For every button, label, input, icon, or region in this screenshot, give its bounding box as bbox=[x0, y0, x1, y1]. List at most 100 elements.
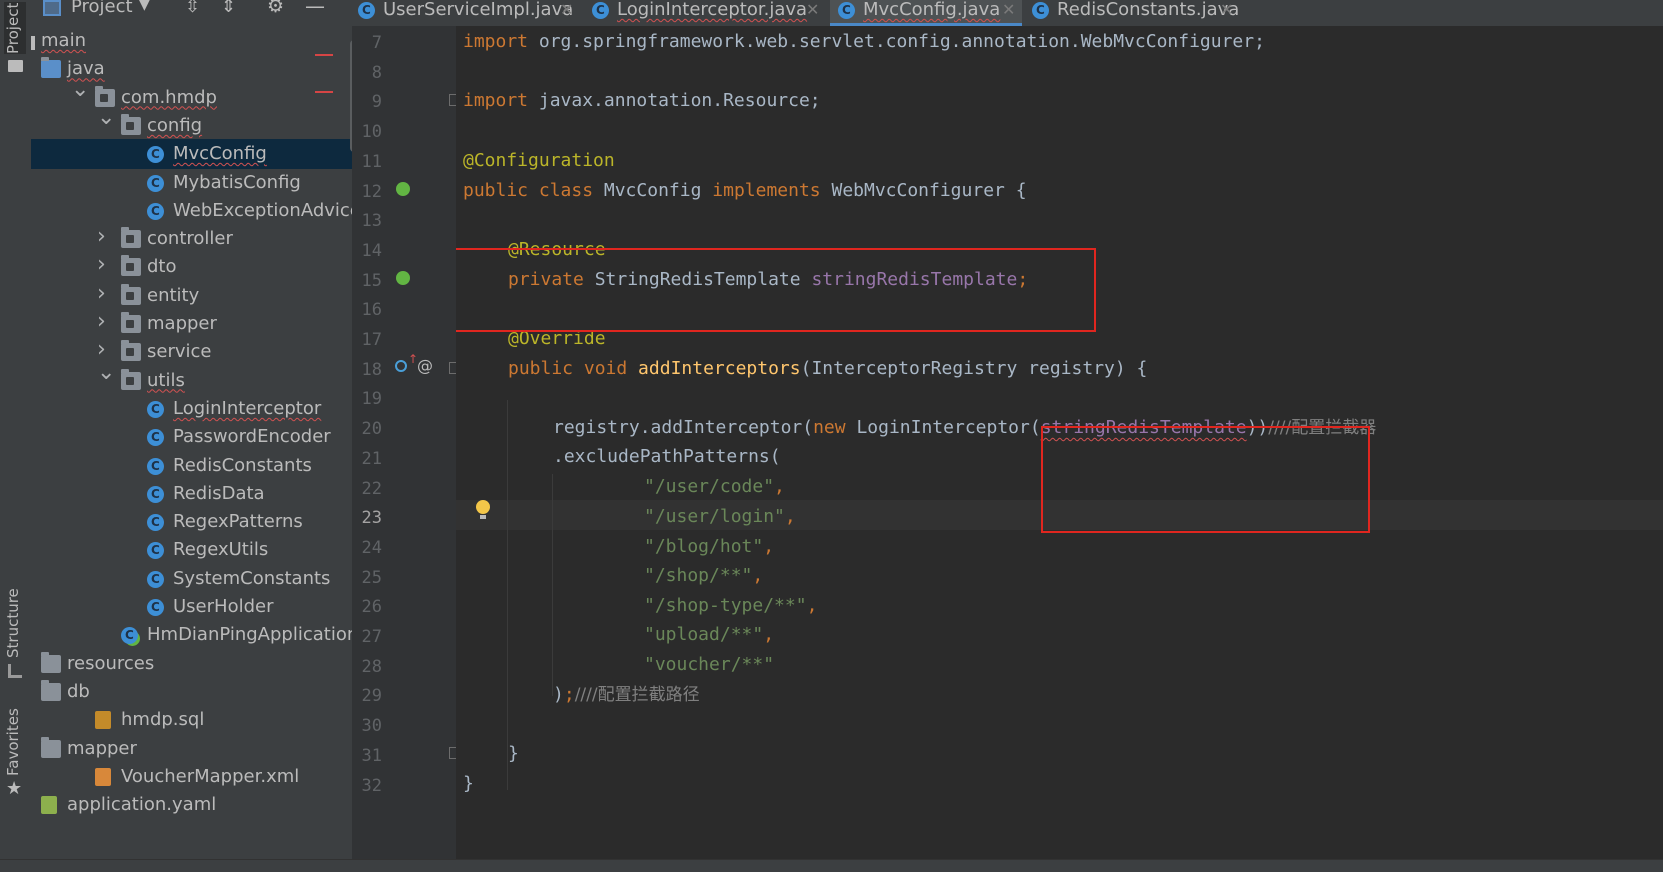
line-number: 21 bbox=[361, 448, 382, 469]
tree-item[interactable]: RegexUtils bbox=[31, 535, 352, 565]
tab-logininterceptor[interactable]: LoginInterceptor.java ✕ bbox=[584, 0, 828, 26]
line-number: 15 bbox=[361, 270, 382, 291]
code-line-18[interactable]: public void addInterceptors(InterceptorR… bbox=[508, 354, 1147, 384]
tree-item[interactable]: UserHolder bbox=[31, 592, 352, 622]
chevron-down-icon[interactable]: ⌄ bbox=[71, 75, 89, 105]
line-number: 25 bbox=[361, 567, 382, 588]
tree-item[interactable]: › controller bbox=[31, 224, 352, 254]
tree-item[interactable]: › mapper bbox=[31, 309, 352, 339]
line-number: 10 bbox=[361, 122, 382, 143]
tree-item[interactable]: WebExceptionAdvice bbox=[31, 196, 352, 226]
line-number: 18 bbox=[361, 359, 382, 380]
tab-mvcconfig[interactable]: MvcConfig.java ✕ bbox=[830, 0, 1022, 26]
gear-icon[interactable]: ⚙ bbox=[267, 0, 284, 17]
code-line-9[interactable]: import javax.annotation.Resource; bbox=[463, 86, 821, 116]
tree-item[interactable]: ⌄ utils bbox=[31, 360, 352, 396]
close-icon[interactable]: ✕ bbox=[806, 0, 819, 20]
code-line-11[interactable]: @Configuration bbox=[463, 146, 615, 176]
tree-item-label: RegexPatterns bbox=[173, 511, 303, 533]
lightbulb-icon[interactable] bbox=[476, 500, 490, 522]
implements-method-icon[interactable] bbox=[395, 360, 407, 372]
code-line-32[interactable]: } bbox=[463, 769, 474, 799]
tree-item[interactable]: PasswordEncoder bbox=[31, 422, 352, 452]
code-line-24[interactable]: "/blog/hot", bbox=[644, 532, 774, 562]
line-number: 16 bbox=[361, 300, 382, 321]
line-number: 12 bbox=[361, 181, 382, 202]
tree-item[interactable]: RedisData bbox=[31, 479, 352, 509]
close-icon[interactable]: ✕ bbox=[1220, 0, 1233, 20]
favorites-tool-tab[interactable]: Favorites bbox=[4, 706, 22, 776]
tree-item[interactable]: › service bbox=[31, 337, 352, 367]
package-icon bbox=[121, 283, 141, 305]
tree-item[interactable]: › entity bbox=[31, 281, 352, 311]
chevron-down-icon[interactable]: ⌄ bbox=[97, 358, 115, 388]
tree-item[interactable]: resources bbox=[31, 649, 352, 679]
tree-item[interactable]: ⌄mapper bbox=[31, 728, 352, 764]
tree-item[interactable]: ⌄db bbox=[31, 671, 352, 707]
code-line-29[interactable]: );////配置拦截路径 bbox=[553, 680, 700, 710]
spring-bean-icon[interactable] bbox=[396, 182, 410, 196]
tree-item[interactable]: ⌄ com.hmdp bbox=[31, 77, 352, 113]
chevron-right-icon[interactable]: › bbox=[97, 250, 111, 280]
chevron-down-icon[interactable]: ⌄ bbox=[97, 103, 115, 133]
chevron-right-icon[interactable]: › bbox=[97, 222, 111, 252]
tree-item[interactable]: VoucherMapper.xml bbox=[31, 762, 352, 792]
line-number: 7 bbox=[371, 33, 382, 53]
tree-item[interactable]: main bbox=[31, 26, 352, 56]
editor-tab-bar: UserServiceImpl.java ✕ LoginInterceptor.… bbox=[352, 0, 1663, 26]
tree-item[interactable]: SystemConstants bbox=[31, 564, 352, 594]
code-line-7[interactable]: import org.springframework.web.servlet.c… bbox=[463, 27, 1265, 57]
tab-label: MvcConfig.java bbox=[863, 0, 1001, 20]
tree-item-label: application.yaml bbox=[67, 794, 217, 816]
tab-redisconstants[interactable]: RedisConstants.java ✕ bbox=[1024, 0, 1254, 26]
code-line-31[interactable]: } bbox=[508, 739, 519, 769]
highlight-box-field bbox=[456, 248, 1096, 332]
tree-item-label: resources bbox=[67, 652, 155, 674]
status-bar bbox=[0, 859, 1663, 872]
tree-item[interactable]: application.yaml bbox=[31, 790, 352, 820]
tab-label: UserServiceImpl.java bbox=[383, 0, 574, 20]
tree-item[interactable]: LoginInterceptor bbox=[31, 394, 352, 424]
tree-item[interactable]: ⌄ config bbox=[31, 105, 352, 141]
project-tool-tab-label: Project bbox=[4, 2, 22, 54]
tab-userserviceimpl[interactable]: UserServiceImpl.java ✕ bbox=[350, 0, 580, 26]
expand-all-icon[interactable]: ⇳ bbox=[185, 0, 200, 17]
project-panel-title[interactable]: Project bbox=[71, 0, 133, 17]
tree-item-label: mapper bbox=[147, 313, 217, 334]
tree-item[interactable]: hmdp.sql bbox=[31, 705, 352, 735]
code-line-21[interactable]: .excludePathPatterns( bbox=[553, 442, 781, 472]
class-icon bbox=[147, 146, 164, 164]
code-line-12[interactable]: public class MvcConfig implements WebMvc… bbox=[463, 176, 1027, 206]
code-line-26[interactable]: "/shop-type/**", bbox=[644, 591, 817, 621]
collapse-all-icon[interactable]: ⇕ bbox=[221, 0, 236, 17]
code-line-23[interactable]: "/user/login", bbox=[644, 502, 796, 532]
tree-item[interactable]: HmDianPingApplication bbox=[31, 620, 352, 650]
minimize-icon[interactable]: — bbox=[305, 0, 325, 18]
code-line-25[interactable]: "/shop/**", bbox=[644, 561, 763, 591]
structure-tool-tab[interactable]: Structure bbox=[4, 588, 22, 658]
close-icon[interactable]: ✕ bbox=[1002, 0, 1015, 20]
highlight-box-constructor-arg bbox=[1041, 426, 1370, 533]
code-line-22[interactable]: "/user/code", bbox=[644, 472, 785, 502]
editor-gutter[interactable]: 7 8 9 10 11 12 13 14 15 16 17 18 19 20 21 22 23 24 25 26 27 2… bbox=[352, 26, 459, 859]
code-editor[interactable]: import org.springframework.web.servlet.c… bbox=[456, 26, 1663, 859]
close-icon[interactable]: ✕ bbox=[560, 0, 573, 20]
tree-item[interactable]: MvcConfig bbox=[31, 139, 352, 170]
tree-item[interactable]: RegexPatterns bbox=[31, 507, 352, 537]
code-line-28[interactable]: "voucher/**" bbox=[644, 650, 774, 680]
class-icon bbox=[147, 599, 164, 616]
chevron-right-icon[interactable]: › bbox=[97, 279, 111, 309]
tree-item[interactable]: MybatisConfig bbox=[31, 168, 352, 198]
error-stripe-mark bbox=[315, 54, 333, 56]
tree-item-label: SystemConstants bbox=[173, 567, 331, 589]
view-dropdown-icon[interactable]: ▼ bbox=[139, 0, 150, 13]
tree-item[interactable]: RedisConstants bbox=[31, 451, 352, 481]
left-tool-strip: Project Structure Favorites ★ bbox=[0, 0, 32, 859]
project-tool-tab[interactable]: Project bbox=[4, 2, 26, 54]
chevron-right-icon[interactable]: › bbox=[97, 307, 111, 337]
tree-item-label: LoginInterceptor bbox=[173, 397, 322, 419]
tree-item[interactable]: › dto bbox=[31, 252, 352, 282]
autowired-bean-icon[interactable] bbox=[396, 271, 410, 285]
code-line-27[interactable]: "upload/**", bbox=[644, 620, 774, 650]
package-icon bbox=[121, 227, 141, 249]
